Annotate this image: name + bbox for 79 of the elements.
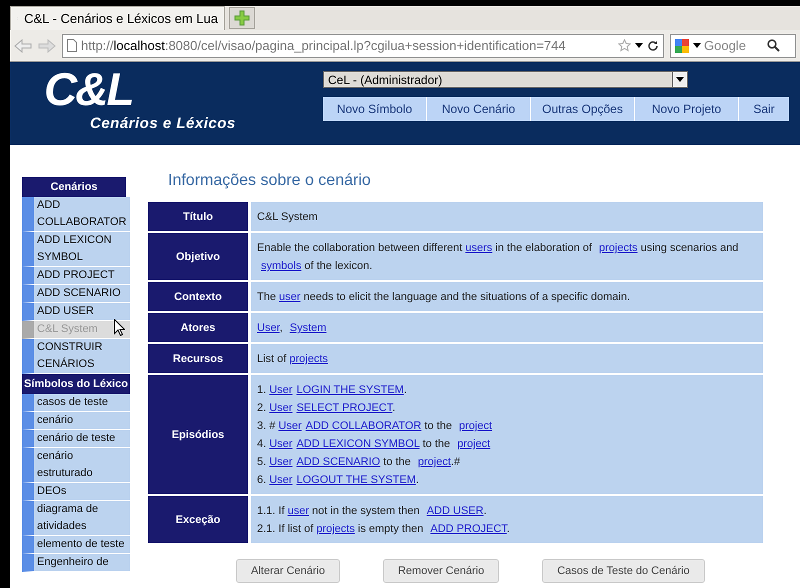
- text-link[interactable]: ADD SCENARIO: [296, 456, 380, 468]
- field-value: The user needs to elicit the language and the situations of a specific domain.: [251, 282, 763, 311]
- sidebar-item[interactable]: cenário de teste: [22, 430, 130, 448]
- search-field[interactable]: Google: [670, 34, 796, 58]
- text-link[interactable]: project: [418, 456, 451, 468]
- field-label: Episódios: [148, 375, 251, 494]
- text-link[interactable]: user: [279, 291, 300, 303]
- field-label: Exceção: [148, 496, 251, 543]
- action-button[interactable]: Remover Cenário: [382, 559, 500, 583]
- text-link[interactable]: User: [269, 438, 292, 450]
- sidebar-item[interactable]: casos de teste: [22, 394, 130, 412]
- nav-link[interactable]: Sair: [739, 97, 789, 121]
- action-button[interactable]: Casos de Teste do Cenário: [542, 559, 705, 583]
- logo-text: C&L: [44, 66, 133, 112]
- sidebar-item[interactable]: cenário: [22, 412, 130, 430]
- text-link[interactable]: users: [465, 242, 492, 254]
- text-link[interactable]: LOGIN THE SYSTEM: [296, 384, 404, 396]
- url-text: http://localhost:8080/cel/visao/pagina_principal.lp?cgilua+session+identification=744: [81, 38, 567, 53]
- nav-link[interactable]: Outras Opções: [531, 97, 635, 121]
- text-link[interactable]: System: [290, 322, 326, 334]
- text-link[interactable]: SELECT PROJECT: [296, 402, 392, 414]
- search-icon[interactable]: [767, 39, 780, 52]
- action-button[interactable]: Alterar Cenário: [236, 559, 340, 583]
- text-link[interactable]: project: [457, 438, 490, 450]
- sidebar-item[interactable]: ADD COLLABORATOR: [22, 197, 130, 232]
- field-label: Contexto: [148, 282, 251, 311]
- text-link[interactable]: ADD COLLABORATOR: [306, 420, 422, 432]
- field-label: Atores: [148, 313, 251, 342]
- star-icon[interactable]: [618, 39, 631, 52]
- text-link[interactable]: User: [269, 402, 292, 414]
- text-link[interactable]: projects: [599, 242, 638, 254]
- nav-link[interactable]: Novo Cenário: [427, 97, 531, 121]
- dropdown-arrow-icon[interactable]: [635, 43, 643, 48]
- text-link[interactable]: ADD PROJECT: [430, 523, 507, 535]
- dropdown-arrow-icon[interactable]: [693, 43, 701, 48]
- field-value: List of projects: [251, 344, 763, 373]
- nav-link[interactable]: Novo Símbolo: [323, 97, 427, 121]
- text-link[interactable]: symbols: [261, 260, 302, 272]
- field-label: Objetivo: [148, 233, 251, 280]
- text-link[interactable]: ADD LEXICON SYMBOL: [296, 438, 420, 450]
- search-engine-icon: [674, 38, 690, 54]
- text-link[interactable]: User: [269, 384, 292, 396]
- text-link[interactable]: projects: [316, 523, 355, 535]
- text-link[interactable]: User: [257, 322, 280, 334]
- field-value: 1.1. If user not in the system then ADD USER. 2.1. If list of projects is empty then ADD PROJECT.: [251, 496, 763, 543]
- page-heading: Informações sobre o cenário: [168, 172, 372, 190]
- text-link[interactable]: User: [269, 456, 292, 468]
- plus-icon: [234, 10, 250, 26]
- sidebar-item[interactable]: DEOs: [22, 483, 130, 501]
- sidebar-item[interactable]: ADD PROJECT: [22, 267, 130, 285]
- logo-subtitle: Cenários e Léxicos: [90, 115, 236, 132]
- text-link[interactable]: User: [269, 474, 292, 486]
- text-link[interactable]: LOGOUT THE SYSTEM: [296, 474, 416, 486]
- field-value: Enable the collaboration between different users in the elaboration of projects using scenarios and symbols of the lexicon.: [251, 233, 763, 280]
- field-label: Recursos: [148, 344, 251, 373]
- sidebar-item[interactable]: ADD LEXICON SYMBOL: [22, 232, 130, 267]
- field-label: Título: [148, 202, 251, 231]
- text-link[interactable]: projects: [289, 353, 328, 365]
- sidebar-item[interactable]: ADD USER: [22, 303, 130, 321]
- field-value: 1. User LOGIN THE SYSTEM. 2. User SELECT PROJECT. 3. # User ADD COLLABORATOR to the project 4. User ADD LEXICON SYMBOL to the project 5. User ADD SCENARIO to the project.# 6. User LOGOUT THE SYSTEM.: [251, 375, 763, 494]
- text-link[interactable]: user: [288, 505, 309, 517]
- mouse-cursor-icon: [114, 319, 125, 336]
- sidebar-heading: Símbolos do Léxico: [22, 374, 130, 394]
- field-value: User, System: [251, 313, 763, 342]
- text-link[interactable]: project: [459, 420, 492, 432]
- nav-link[interactable]: Novo Projeto: [635, 97, 739, 121]
- project-select[interactable]: CeL - (Administrador): [323, 71, 688, 88]
- text-link[interactable]: ADD USER: [426, 505, 484, 517]
- sidebar-item[interactable]: Engenheiro de: [22, 554, 130, 572]
- text-link[interactable]: User: [278, 420, 302, 432]
- field-value: C&L System: [251, 202, 763, 231]
- reload-icon[interactable]: [647, 40, 659, 52]
- sidebar-item[interactable]: cenário estruturado: [22, 448, 130, 483]
- sidebar-heading: Cenários: [22, 177, 126, 197]
- sidebar-item[interactable]: CONSTRUIR CENÁRIOS: [22, 339, 130, 374]
- sidebar-item[interactable]: ADD SCENARIO: [22, 285, 130, 303]
- browser-tab[interactable]: C&L - Cenários e Léxicos em Lua: [10, 6, 225, 30]
- sidebar-item[interactable]: elemento de teste: [22, 536, 130, 554]
- address-bar[interactable]: http://localhost:8080/cel/visao/pagina_principal.lp?cgilua+session+identification=744: [62, 34, 664, 58]
